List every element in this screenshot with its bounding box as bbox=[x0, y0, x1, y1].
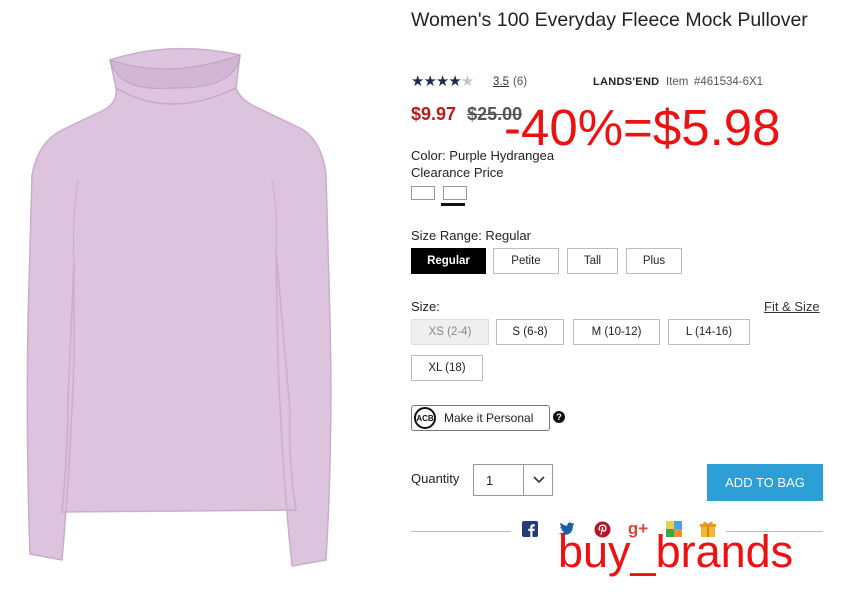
share-divider-left bbox=[411, 531, 511, 532]
watermark-overlay-text: buy_brands bbox=[558, 526, 794, 577]
sale-price: $9.97 bbox=[411, 104, 457, 124]
color-swatch-selected[interactable] bbox=[443, 186, 467, 200]
help-icon[interactable]: ? bbox=[553, 411, 565, 423]
size-range-plus-button[interactable]: Plus bbox=[626, 248, 682, 274]
star-rating[interactable]: ★★★★★ bbox=[411, 72, 474, 90]
size-range-label: Size Range: Regular bbox=[411, 228, 531, 243]
size-range-petite-button[interactable]: Petite bbox=[493, 248, 559, 274]
product-title: Women's 100 Everyday Fleece Mock Pullove… bbox=[411, 9, 808, 31]
facebook-icon[interactable] bbox=[521, 520, 539, 538]
size-range-regular-button[interactable]: Regular bbox=[411, 248, 486, 274]
stars-empty: ★ bbox=[460, 73, 474, 90]
size-range-tall-button[interactable]: Tall bbox=[567, 248, 618, 274]
product-image[interactable] bbox=[0, 0, 360, 595]
make-it-personal-button[interactable]: ACB Make it Personal bbox=[411, 405, 550, 431]
rating-row: ★★★★★ 3.5 (6) LANDS'END Item #461534-6X1 bbox=[411, 72, 831, 92]
review-count: (6) bbox=[513, 76, 528, 88]
size-l-button[interactable]: L (14-16) bbox=[668, 319, 750, 345]
quantity-select[interactable]: 1 bbox=[473, 464, 553, 496]
size-xs-button[interactable]: XS (2-4) bbox=[411, 319, 489, 345]
quantity-label: Quantity bbox=[411, 471, 460, 486]
clearance-label: Clearance Price bbox=[411, 165, 504, 180]
quantity-value: 1 bbox=[486, 473, 494, 488]
size-xl-button[interactable]: XL (18) bbox=[411, 355, 483, 381]
rating-value-link[interactable]: 3.5 bbox=[493, 76, 509, 88]
size-m-button[interactable]: M (10-12) bbox=[573, 319, 660, 345]
add-to-bag-button[interactable]: ADD TO BAG bbox=[707, 464, 823, 501]
size-s-button[interactable]: S (6-8) bbox=[496, 319, 564, 345]
color-swatch[interactable] bbox=[411, 186, 435, 200]
swatch-selected-indicator bbox=[441, 203, 465, 206]
size-label: Size: bbox=[411, 299, 440, 314]
fit-size-link[interactable]: Fit & Size bbox=[764, 299, 820, 314]
color-label: Color: Purple Hydrangea bbox=[411, 148, 555, 163]
quantity-divider bbox=[523, 465, 524, 495]
brand-logo: LANDS'END bbox=[593, 76, 660, 88]
item-label: Item bbox=[666, 76, 689, 88]
item-number: #461534-6X1 bbox=[694, 76, 764, 88]
pullover-image bbox=[26, 47, 332, 567]
monogram-icon: ACB bbox=[414, 407, 436, 429]
stars-filled: ★★★★ bbox=[411, 73, 462, 90]
chevron-down-icon bbox=[533, 476, 545, 484]
make-it-personal-label: Make it Personal bbox=[444, 411, 534, 425]
